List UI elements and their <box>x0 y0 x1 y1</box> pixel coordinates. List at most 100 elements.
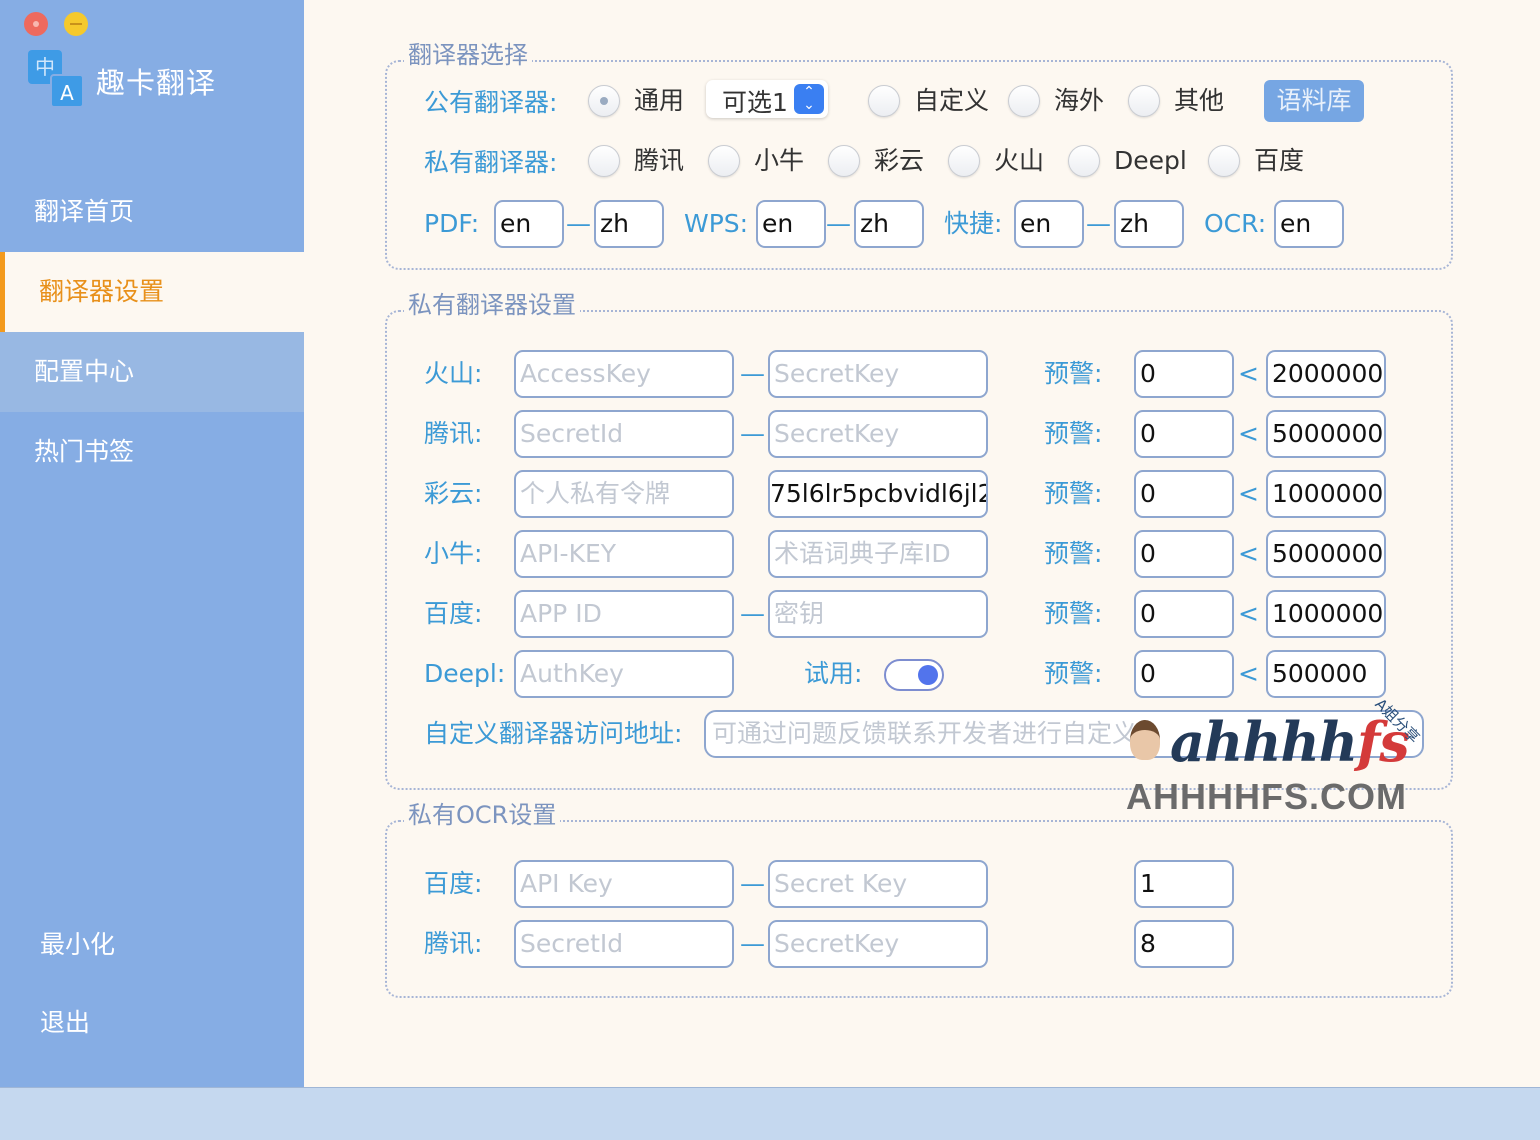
select-value: 可选1 <box>722 88 788 117</box>
baidu-app-id-input[interactable]: APP ID <box>514 590 734 638</box>
radio-caiyun-label: 彩云 <box>874 146 925 175</box>
sidebar-item-home[interactable]: 翻译首页 <box>0 172 304 252</box>
warn-label: 预警: <box>1044 659 1103 688</box>
caiyun-token-input[interactable]: 个人私有令牌 <box>514 470 734 518</box>
toggle-knob <box>918 665 938 685</box>
app-window: 中 A 趣卡翻译 翻译首页 翻译器设置 配置中心 热门书签 最小化 退出 翻译器… <box>0 0 1540 1140</box>
dash: — <box>740 599 765 628</box>
deepl-trial-label: 试用: <box>804 659 863 688</box>
caiyun-warn-min-input[interactable]: 0 <box>1134 470 1234 518</box>
less-than: < <box>1238 539 1259 568</box>
deepl-warn-max-input[interactable]: 500000 <box>1266 650 1386 698</box>
warn-label: 预警: <box>1044 419 1103 448</box>
private-translator-label: 私有翻译器: <box>424 148 558 177</box>
radio-tencent[interactable] <box>588 145 620 177</box>
radio-other-label: 其他 <box>1174 86 1225 115</box>
radio-custom[interactable] <box>868 85 900 117</box>
public-translator-label: 公有翻译器: <box>424 88 558 117</box>
quick-label: 快捷: <box>944 209 1003 238</box>
warn-label: 预警: <box>1044 539 1103 568</box>
baidu-warn-min-input[interactable]: 0 <box>1134 590 1234 638</box>
minimize-button[interactable]: 最小化 <box>40 925 115 961</box>
volcano-label: 火山: <box>424 359 483 388</box>
radio-volcano[interactable] <box>948 145 980 177</box>
dash: — <box>566 209 591 238</box>
niutrans-warn-min-input[interactable]: 0 <box>1134 530 1234 578</box>
close-window-button[interactable] <box>24 12 48 36</box>
warn-label: 预警: <box>1044 599 1103 628</box>
status-bar <box>0 1087 1540 1140</box>
translator-select-title: 翻译器选择 <box>404 40 532 70</box>
radio-general[interactable] <box>588 85 620 117</box>
deepl-warn-min-input[interactable]: 0 <box>1134 650 1234 698</box>
deepl-trial-toggle[interactable] <box>884 659 944 691</box>
less-than: < <box>1238 359 1259 388</box>
niutrans-api-key-input[interactable]: API-KEY <box>514 530 734 578</box>
pdf-source-lang-input[interactable]: en <box>494 200 564 248</box>
quick-source-lang-input[interactable]: en <box>1014 200 1084 248</box>
minimize-window-button[interactable] <box>64 12 88 36</box>
dash: — <box>740 929 765 958</box>
tencent-label: 腾讯: <box>424 419 483 448</box>
dash: — <box>740 419 765 448</box>
ocr-baidu-secret-key-input[interactable]: Secret Key <box>768 860 988 908</box>
tencent-secret-id-input[interactable]: SecretId <box>514 410 734 458</box>
volcano-access-key-input[interactable]: AccessKey <box>514 350 734 398</box>
radio-niutrans[interactable] <box>708 145 740 177</box>
tencent-warn-min-input[interactable]: 0 <box>1134 410 1234 458</box>
tencent-secret-key-input[interactable]: SecretKey <box>768 410 988 458</box>
volcano-secret-key-input[interactable]: SecretKey <box>768 350 988 398</box>
dash: — <box>740 869 765 898</box>
ocr-label: OCR: <box>1204 209 1267 238</box>
private-settings-title: 私有翻译器设置 <box>404 290 580 320</box>
sidebar-item-config-center[interactable]: 配置中心 <box>0 332 304 412</box>
custom-url-input[interactable]: 可通过问题反馈联系开发者进行自定义 <box>704 710 1424 758</box>
less-than: < <box>1238 479 1259 508</box>
volcano-warn-max-input[interactable]: 2000000 <box>1266 350 1386 398</box>
radio-niutrans-label: 小牛 <box>754 146 805 175</box>
niutrans-warn-max-input[interactable]: 5000000 <box>1266 530 1386 578</box>
tencent-warn-max-input[interactable]: 5000000 <box>1266 410 1386 458</box>
less-than: < <box>1238 659 1259 688</box>
ocr-tencent-value-input[interactable]: 8 <box>1134 920 1234 968</box>
ocr-tencent-secret-key-input[interactable]: SecretKey <box>768 920 988 968</box>
radio-caiyun[interactable] <box>828 145 860 177</box>
less-than: < <box>1238 419 1259 448</box>
radio-baidu[interactable] <box>1208 145 1240 177</box>
logo-glyph-a: A <box>50 74 84 108</box>
radio-volcano-label: 火山 <box>994 146 1045 175</box>
ocr-baidu-api-key-input[interactable]: API Key <box>514 860 734 908</box>
ocr-settings-group <box>385 820 1453 998</box>
corpus-button[interactable]: 语料库 <box>1264 80 1364 122</box>
less-than: < <box>1238 599 1259 628</box>
radio-other[interactable] <box>1128 85 1160 117</box>
radio-overseas[interactable] <box>1008 85 1040 117</box>
ocr-tencent-secret-id-input[interactable]: SecretId <box>514 920 734 968</box>
app-logo-icon: 中 A <box>28 50 86 108</box>
radio-tencent-label: 腾讯 <box>634 146 685 175</box>
general-option-select[interactable]: 可选1 ⌃ ⌄ <box>706 80 828 118</box>
niutrans-dict-id-input[interactable]: 术语词典子库ID <box>768 530 988 578</box>
deepl-auth-key-input[interactable]: AuthKey <box>514 650 734 698</box>
quick-target-lang-input[interactable]: zh <box>1114 200 1184 248</box>
radio-deepl[interactable] <box>1068 145 1100 177</box>
sidebar-item-translator-settings[interactable]: 翻译器设置 <box>0 252 304 332</box>
ocr-tencent-label: 腾讯: <box>424 929 483 958</box>
exit-button[interactable]: 退出 <box>40 1003 90 1039</box>
radio-deepl-label: Deepl <box>1114 146 1187 175</box>
sidebar-item-bookmarks[interactable]: 热门书签 <box>0 412 304 492</box>
radio-general-label: 通用 <box>634 86 685 115</box>
ocr-baidu-value-input[interactable]: 1 <box>1134 860 1234 908</box>
ocr-settings-title: 私有OCR设置 <box>404 800 561 830</box>
baidu-warn-max-input[interactable]: 1000000 <box>1266 590 1386 638</box>
ocr-lang-input[interactable]: en <box>1274 200 1344 248</box>
caiyun-token-value-input[interactable]: 75l6lr5pcbvidl6jl2 <box>768 470 988 518</box>
baidu-secret-input[interactable]: 密钥 <box>768 590 988 638</box>
radio-overseas-label: 海外 <box>1054 86 1105 115</box>
wps-target-lang-input[interactable]: zh <box>854 200 924 248</box>
volcano-warn-min-input[interactable]: 0 <box>1134 350 1234 398</box>
pdf-target-lang-input[interactable]: zh <box>594 200 664 248</box>
wps-source-lang-input[interactable]: en <box>756 200 826 248</box>
caiyun-warn-max-input[interactable]: 1000000 <box>1266 470 1386 518</box>
dash: — <box>1086 209 1111 238</box>
